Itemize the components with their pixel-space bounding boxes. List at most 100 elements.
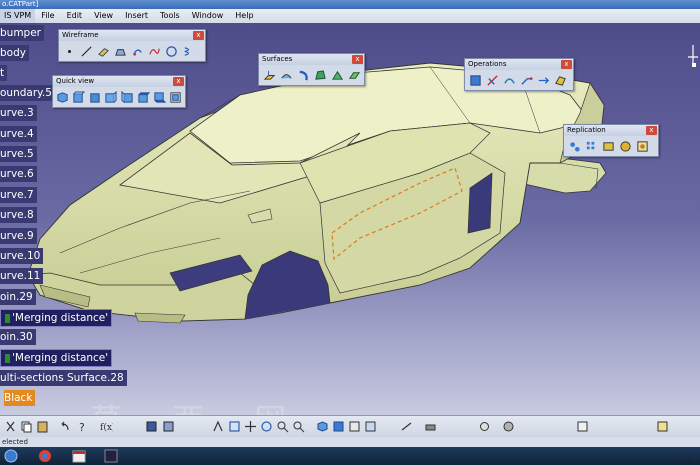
iso-view-icon[interactable] <box>316 420 329 433</box>
paste-icon[interactable] <box>36 420 49 433</box>
tree-node-curve-6[interactable]: urve.6 <box>0 166 37 182</box>
menu-item-edit[interactable]: Edit <box>61 9 89 23</box>
close-icon[interactable]: x <box>561 60 572 69</box>
rectangular-pattern-icon[interactable] <box>583 138 599 154</box>
zoom-out-icon[interactable] <box>292 420 305 433</box>
grid-icon[interactable] <box>162 420 175 433</box>
tree-node-t[interactable]: t <box>0 65 8 81</box>
operations-toolbar[interactable]: Operations x <box>464 58 574 91</box>
point-icon[interactable] <box>61 43 77 59</box>
tree-node-curve-10[interactable]: urve.10 <box>0 248 44 264</box>
tree-node-black[interactable]: Black <box>4 390 36 406</box>
language-indicator[interactable]: EN <box>684 457 692 464</box>
fit-all-icon[interactable] <box>228 420 241 433</box>
menu-item-help[interactable]: Help <box>229 9 259 23</box>
powercopy-icon[interactable] <box>600 138 616 154</box>
compass-icon[interactable] <box>686 43 700 72</box>
browser-icon[interactable] <box>38 449 52 463</box>
translate-icon[interactable] <box>535 72 551 88</box>
right-view-icon[interactable] <box>120 89 135 105</box>
help-icon[interactable]: ? <box>76 420 89 433</box>
wireframe-toolbar-title[interactable]: Wireframe x <box>59 30 205 41</box>
save-icon[interactable] <box>145 420 158 433</box>
tree-node-curve-7[interactable]: urve.7 <box>0 187 37 203</box>
left-view-icon[interactable] <box>103 89 118 105</box>
tree-node-curve-3[interactable]: urve.3 <box>0 105 37 121</box>
close-icon[interactable]: x <box>193 31 204 40</box>
tree-node-merging-distance-1[interactable]: 'Merging distance' <box>0 309 113 327</box>
top-view-icon[interactable] <box>136 89 151 105</box>
tree-node-curve-11[interactable]: urve.11 <box>0 268 44 284</box>
hide-show-icon[interactable] <box>348 420 361 433</box>
front-view-icon[interactable] <box>71 89 86 105</box>
blend-icon[interactable] <box>346 67 362 83</box>
tree-node-curve-9[interactable]: urve.9 <box>0 228 37 244</box>
catalog-icon[interactable] <box>634 138 650 154</box>
helix-icon[interactable] <box>180 43 196 59</box>
catalog-icon[interactable] <box>656 420 669 433</box>
menu-item-window[interactable]: Window <box>186 9 230 23</box>
join-icon[interactable] <box>467 72 483 88</box>
menu-item-view[interactable]: View <box>88 9 119 23</box>
named-views-icon[interactable] <box>168 89 183 105</box>
material-icon[interactable] <box>502 420 515 433</box>
zoom-in-icon[interactable] <box>276 420 289 433</box>
tree-node-curve-5[interactable]: urve.5 <box>0 146 37 162</box>
object-repetition-icon[interactable] <box>566 138 582 154</box>
tree-node-multisection-surface[interactable]: ulti-sections Surface.28 <box>0 370 127 386</box>
tree-node-bumper[interactable]: bumper <box>0 25 44 41</box>
iso-view-icon[interactable] <box>55 89 70 105</box>
menu-item-tools[interactable]: Tools <box>154 9 186 23</box>
tree-node-curve-4[interactable]: urve.4 <box>0 126 37 142</box>
fly-mode-icon[interactable] <box>212 420 225 433</box>
line-icon[interactable] <box>78 43 94 59</box>
measure-icon[interactable] <box>400 420 413 433</box>
menu-item-file[interactable]: File <box>35 9 60 23</box>
copy-icon[interactable] <box>20 420 33 433</box>
plane-icon[interactable] <box>95 43 111 59</box>
surfaces-toolbar[interactable]: Surfaces x <box>258 53 365 86</box>
operations-toolbar-title[interactable]: Operations x <box>465 59 573 70</box>
swap-visible-space-icon[interactable] <box>364 420 377 433</box>
close-icon[interactable]: x <box>646 126 657 135</box>
shading-icon[interactable] <box>332 420 345 433</box>
fill-icon[interactable] <box>312 67 328 83</box>
quick-view-toolbar[interactable]: Quick view x <box>52 75 186 108</box>
3d-viewport[interactable]: bumper body t oundary.54 urve.3 urve.4 u… <box>0 23 700 415</box>
sketch-icon[interactable] <box>478 420 491 433</box>
tree-node-body[interactable]: body <box>0 45 29 61</box>
replication-toolbar-title[interactable]: Replication x <box>564 125 658 136</box>
revolve-icon[interactable] <box>278 67 294 83</box>
pan-icon[interactable] <box>244 420 257 433</box>
catia-app-icon[interactable] <box>104 449 118 463</box>
menu-item-insert[interactable]: Insert <box>119 9 154 23</box>
tree-node-join-29[interactable]: oin.29 <box>0 289 36 305</box>
wireframe-toolbar[interactable]: Wireframe x <box>58 29 206 62</box>
extrude-icon[interactable] <box>261 67 277 83</box>
multisection-icon[interactable] <box>329 67 345 83</box>
sphere-icon[interactable] <box>163 43 179 59</box>
surfaces-toolbar-title[interactable]: Surfaces x <box>259 54 364 65</box>
analysis-icon[interactable] <box>424 420 437 433</box>
tree-node-merging-distance-2[interactable]: 'Merging distance' <box>0 349 113 367</box>
circle-icon[interactable] <box>129 43 145 59</box>
start-icon[interactable] <box>4 449 18 463</box>
cut-icon[interactable] <box>4 420 17 433</box>
close-icon[interactable]: x <box>352 55 363 64</box>
back-view-icon[interactable] <box>87 89 102 105</box>
formula-icon[interactable]: f(x) <box>100 420 113 433</box>
calendar-icon[interactable] <box>72 449 86 463</box>
boundary-icon[interactable] <box>552 72 568 88</box>
sweep-icon[interactable] <box>295 67 311 83</box>
split-icon[interactable] <box>484 72 500 88</box>
menu-item-vpm[interactable]: IS VPM <box>0 9 36 23</box>
spline-icon[interactable] <box>146 43 162 59</box>
projection-icon[interactable] <box>112 43 128 59</box>
rotate-icon[interactable] <box>260 420 273 433</box>
user-feature-icon[interactable] <box>617 138 633 154</box>
options-icon[interactable] <box>576 420 589 433</box>
quick-view-toolbar-title[interactable]: Quick view x <box>53 76 185 87</box>
trim-icon[interactable] <box>501 72 517 88</box>
bottom-view-icon[interactable] <box>152 89 167 105</box>
close-icon[interactable]: x <box>173 77 184 86</box>
